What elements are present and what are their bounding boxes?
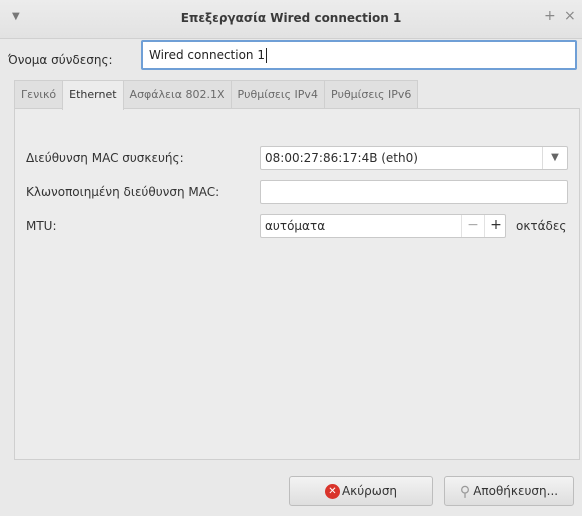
device-mac-label: Διεύθυνση MAC συσκευής:	[26, 151, 184, 165]
tab-ipv4-settings[interactable]: Ρυθμίσεις IPv4	[230, 80, 325, 108]
connection-name-label: Όνομα σύνδεσης:	[8, 53, 113, 67]
window-titlebar: ▼ Επεξεργασία Wired connection 1 + ×	[0, 0, 582, 39]
mtu-label: MTU:	[26, 219, 57, 233]
cancel-icon: ✕	[324, 484, 340, 499]
text-caret	[266, 48, 267, 63]
cloned-mac-label: Κλωνοποιημένη διεύθυνση MAC:	[26, 185, 220, 199]
tab-ethernet[interactable]: Ethernet	[62, 80, 124, 110]
close-icon[interactable]: ×	[564, 8, 576, 24]
tab-ipv6-settings[interactable]: Ρυθμίσεις IPv6	[323, 80, 419, 108]
mtu-increment-button[interactable]: +	[484, 215, 507, 237]
tab-general[interactable]: Γενικό	[14, 80, 64, 108]
save-button-label: Αποθήκευση...	[473, 484, 559, 498]
save-icon: ⚲	[459, 483, 471, 500]
mtu-value: αυτόματα	[265, 219, 326, 233]
connection-name-input[interactable]: Wired connection 1	[141, 40, 577, 70]
plus-icon[interactable]: +	[544, 8, 556, 24]
mtu-spinbox[interactable]: αυτόματα − +	[260, 214, 506, 238]
chevron-down-icon[interactable]: ▼	[542, 147, 567, 169]
tab-bar: Γενικό Ethernet Ασφάλεια 802.1X Ρυθμίσει…	[14, 80, 419, 110]
cancel-button[interactable]: ✕ Ακύρωση	[289, 476, 433, 506]
mtu-decrement-button[interactable]: −	[461, 215, 484, 237]
cloned-mac-input[interactable]	[260, 180, 568, 204]
cancel-button-label: Ακύρωση	[341, 484, 398, 498]
save-button[interactable]: ⚲ Αποθήκευση...	[444, 476, 574, 506]
window-title: Επεξεργασία Wired connection 1	[180, 11, 402, 25]
tab-security-8021x[interactable]: Ασφάλεια 802.1X	[122, 80, 232, 108]
mtu-unit-label: οκτάδες	[516, 219, 567, 233]
connection-name-value: Wired connection 1	[149, 48, 265, 62]
device-mac-combo[interactable]: 08:00:27:86:17:4B (eth0) ▼	[260, 146, 568, 170]
device-mac-value: 08:00:27:86:17:4B (eth0)	[265, 151, 418, 165]
